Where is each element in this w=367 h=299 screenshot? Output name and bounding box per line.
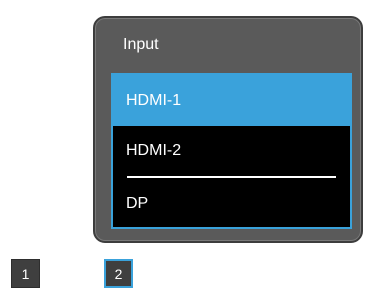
input-menu: HDMI-1 HDMI-2 DP — [111, 73, 352, 229]
osd-title: Input — [123, 36, 159, 53]
osd-panel: Input HDMI-1 HDMI-2 DP — [93, 16, 363, 243]
menu-item-dp[interactable]: DP — [113, 179, 350, 229]
key-2-button[interactable]: 2 — [104, 259, 133, 288]
menu-item-hdmi-1[interactable]: HDMI-1 — [113, 75, 350, 126]
menu-item-hdmi-2[interactable]: HDMI-2 — [113, 126, 350, 175]
menu-divider — [127, 176, 336, 178]
key-1-button[interactable]: 1 — [11, 259, 40, 288]
